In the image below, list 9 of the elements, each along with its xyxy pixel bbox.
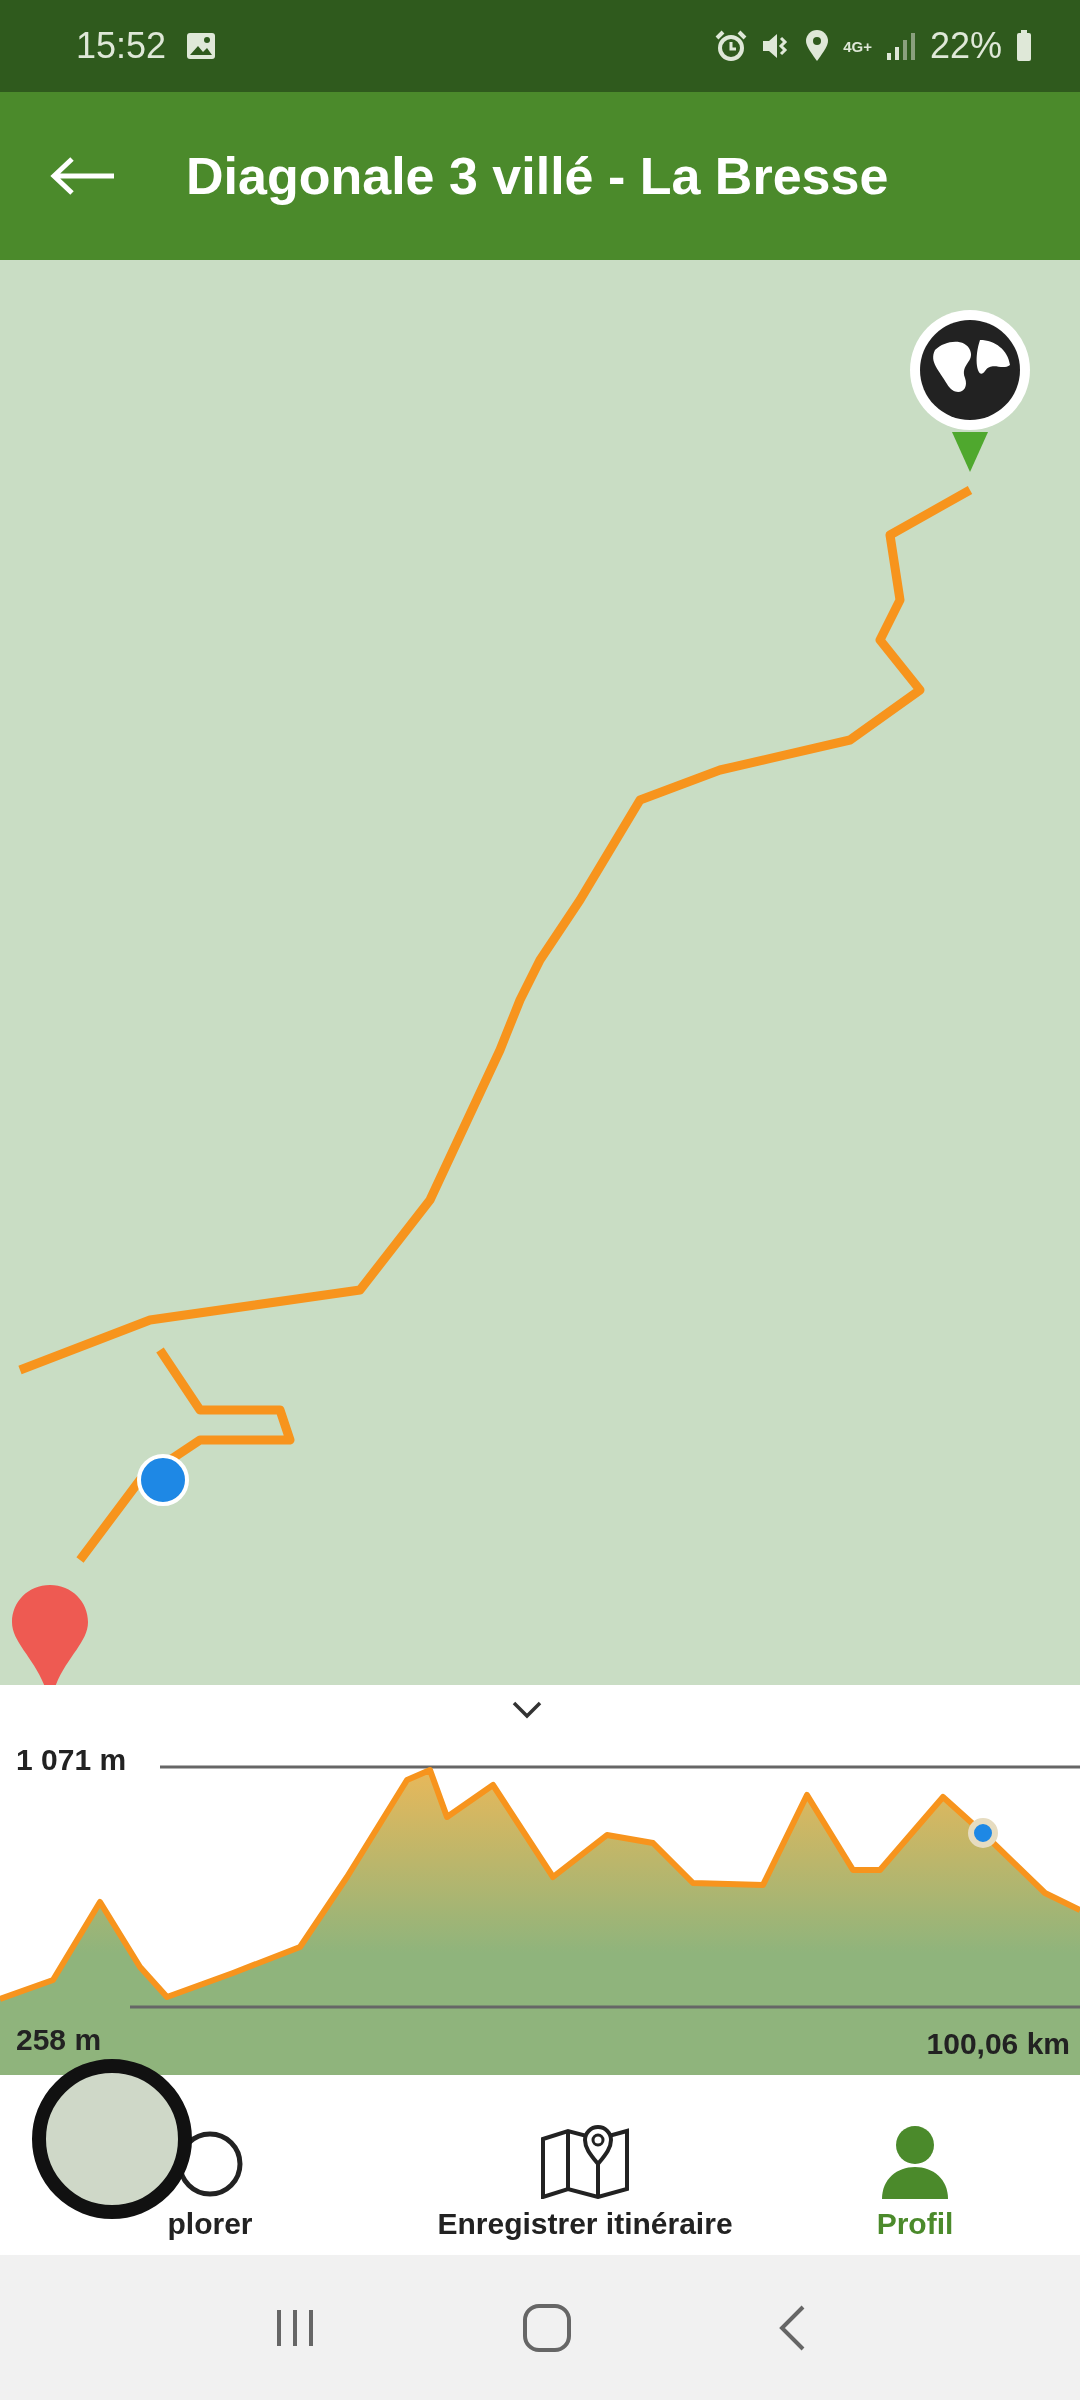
clock: 15:52 bbox=[76, 25, 167, 67]
min-elevation: 258 m bbox=[16, 2023, 102, 2057]
battery-percent: 22% bbox=[929, 25, 1002, 67]
route-title: Diagonale 3 villé - La Bresse bbox=[186, 146, 889, 206]
nav-tab[interactable]: Enregistrer itinéraire bbox=[420, 2075, 750, 2255]
nav-tab[interactable]: Profil bbox=[750, 2075, 1080, 2255]
distance: 100,06 km bbox=[926, 2027, 1070, 2061]
max-elevation: 1 071 m bbox=[16, 1743, 127, 1777]
network-type: 4G+ bbox=[843, 38, 872, 54]
